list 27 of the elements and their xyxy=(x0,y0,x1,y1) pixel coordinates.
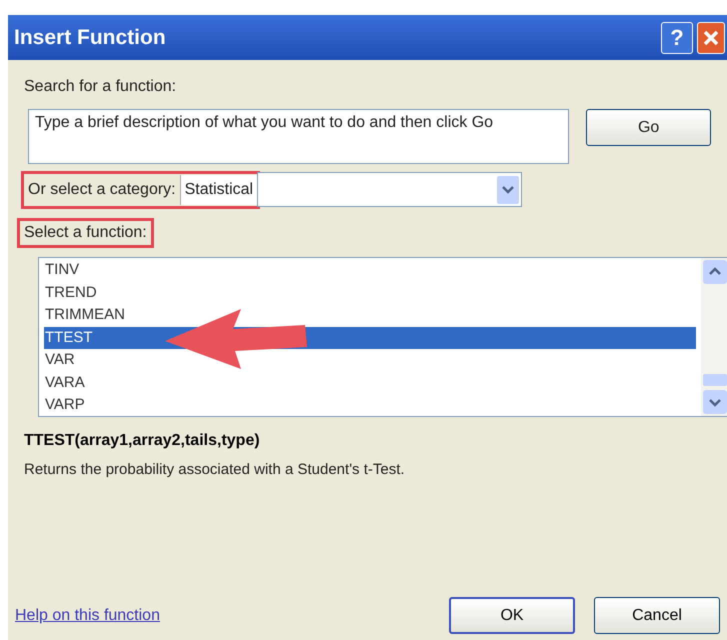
window-title: Insert Function xyxy=(14,24,166,51)
function-signature: TTEST(array1,array2,tails,type) xyxy=(24,431,260,451)
scroll-thumb[interactable] xyxy=(703,374,727,386)
function-item[interactable]: VARA xyxy=(44,372,696,394)
category-value: Statistical xyxy=(180,174,258,204)
function-list[interactable]: TINV TREND TRIMMEAN TTEST VAR VARA VARP xyxy=(38,257,727,417)
scroll-up-icon[interactable] xyxy=(703,260,727,284)
search-label: Search for a function: xyxy=(24,77,176,97)
function-item[interactable]: TREND xyxy=(44,282,696,304)
help-button[interactable]: ? xyxy=(661,22,693,54)
close-icon xyxy=(702,28,720,46)
function-item[interactable]: VAR xyxy=(44,349,696,372)
category-dropdown[interactable] xyxy=(257,172,522,207)
close-button[interactable] xyxy=(697,22,725,54)
ok-button[interactable]: OK xyxy=(449,597,575,634)
function-item[interactable]: VARP xyxy=(44,394,696,416)
cancel-button[interactable]: Cancel xyxy=(594,597,720,634)
function-list-label: Select a function: xyxy=(20,221,151,245)
scroll-down-icon[interactable] xyxy=(703,390,727,414)
category-label: Or select a category: xyxy=(27,180,177,200)
go-button[interactable]: Go xyxy=(586,109,711,146)
help-link[interactable]: Help on this function xyxy=(15,604,160,628)
scrollbar[interactable] xyxy=(701,258,727,416)
search-field[interactable]: Type a brief description of what you want to do and then click Go xyxy=(28,109,570,164)
function-item[interactable]: TRIMMEAN xyxy=(44,304,696,326)
function-item[interactable]: TINV xyxy=(44,259,696,282)
function-description: Returns the probability associated with a Student's t-Test. xyxy=(24,460,405,480)
